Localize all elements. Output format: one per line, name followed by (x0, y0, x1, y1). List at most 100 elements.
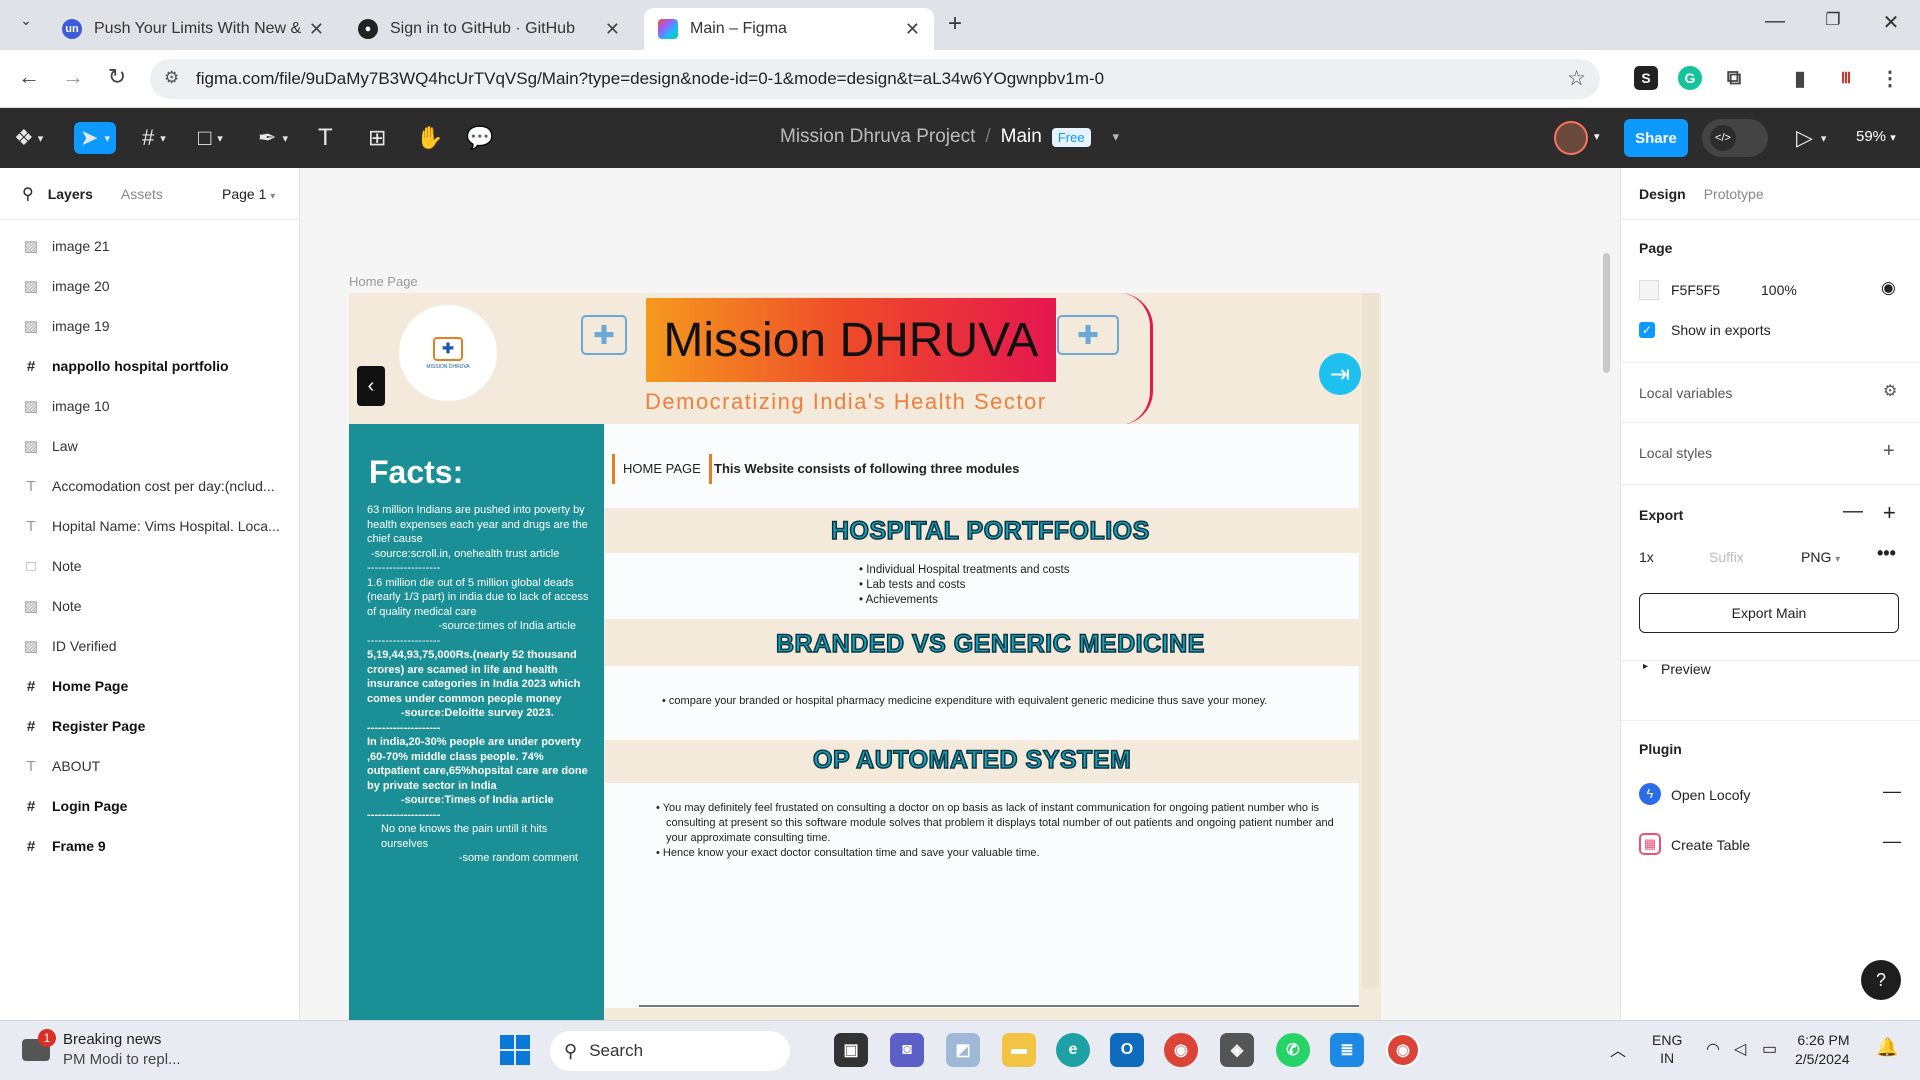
new-tab-icon[interactable]: + (948, 10, 962, 38)
layer-item[interactable]: # Frame 9 (0, 826, 299, 866)
layer-item[interactable]: # Register Page (0, 706, 299, 746)
close-tab-icon[interactable]: ✕ (309, 19, 324, 40)
caret-right-icon[interactable]: ▸ (1643, 661, 1648, 672)
shape-tool-icon[interactable]: □ ▾ (198, 122, 223, 154)
page-color-swatch[interactable] (1639, 280, 1659, 300)
chrome-profile-icon[interactable]: ◉ (1386, 1033, 1420, 1067)
notepad-icon[interactable]: ≣ (1330, 1033, 1364, 1067)
chrome-icon[interactable]: ◉ (1164, 1033, 1198, 1067)
site-info-icon[interactable]: ⚙ (164, 68, 179, 88)
language-indicator[interactable]: ENG IN (1652, 1031, 1682, 1067)
frame-tool-icon[interactable]: # ▾ (142, 122, 166, 154)
layer-item[interactable]: T Accomodation cost per day:(nclud... (0, 466, 299, 506)
close-tab-icon[interactable]: ✕ (605, 19, 620, 40)
back-arrow-icon[interactable]: ‹ (357, 366, 385, 406)
help-icon[interactable]: ? (1861, 960, 1901, 1000)
export-button[interactable]: Export Main (1639, 593, 1899, 633)
grammarly-icon[interactable]: G (1678, 66, 1702, 90)
tab-github[interactable]: ● Sign in to GitHub · GitHub ✕ (344, 8, 634, 50)
forward-icon[interactable]: → (58, 64, 88, 90)
security-icon[interactable]: ◈ (1220, 1033, 1254, 1067)
file-menu-chevron-icon[interactable]: ▾ (1113, 129, 1120, 145)
tab-layers[interactable]: Layers (48, 186, 93, 202)
teams-icon[interactable]: ◙ (890, 1033, 924, 1067)
layer-item[interactable]: # Home Page (0, 666, 299, 706)
plugin-open-locofy[interactable]: Open Locofy (1671, 787, 1750, 803)
page-opacity-value[interactable]: 100% (1761, 282, 1797, 298)
move-tool-icon[interactable]: ➤ ▾ (74, 122, 116, 154)
wifi-icon[interactable]: ◠ (1706, 1039, 1720, 1059)
checkbox-checked-icon[interactable]: ✓ (1639, 322, 1655, 338)
figma-main-menu-icon[interactable]: ❖ ▾ (14, 122, 43, 154)
back-icon[interactable]: ← (14, 64, 44, 90)
share-button[interactable]: Share (1624, 119, 1688, 157)
tab-unacademy[interactable]: un Push Your Limits With New & U ✕ (48, 8, 338, 50)
extensions-puzzle-icon[interactable]: ⧉ (1722, 66, 1746, 90)
file-explorer-icon[interactable]: ▬ (1002, 1033, 1036, 1067)
search-icon[interactable]: ⚲ (22, 184, 34, 204)
minimize-icon[interactable]: — (1760, 10, 1790, 33)
plan-badge[interactable]: Free (1051, 127, 1091, 147)
variables-settings-icon[interactable]: ⚙ (1883, 381, 1897, 401)
dev-mode-toggle[interactable]: </> (1702, 119, 1768, 157)
remove-plugin-icon[interactable]: — (1883, 831, 1901, 852)
page-selector[interactable]: Page 1 ▾ (222, 186, 275, 202)
export-suffix-input[interactable]: Suffix (1709, 549, 1744, 565)
show-hidden-icons-chevron[interactable]: ︿ (1610, 1037, 1626, 1061)
profile-icon[interactable]: Ⅲ (1834, 66, 1858, 90)
layer-item[interactable]: ▨ image 19 (0, 306, 299, 346)
export-format-select[interactable]: PNG ▾ (1801, 549, 1840, 565)
add-style-icon[interactable]: + (1883, 440, 1895, 463)
logout-icon[interactable]: ⇥ (1319, 353, 1361, 395)
tab-assets[interactable]: Assets (121, 186, 163, 202)
export-scale[interactable]: 1x (1639, 549, 1654, 565)
layer-item[interactable]: ▨ Note (0, 586, 299, 626)
layer-item[interactable]: T Hopital Name: Vims Hospital. Loca... (0, 506, 299, 546)
app-icon[interactable]: ◩ (946, 1033, 980, 1067)
whatsapp-icon[interactable]: ✆ (1276, 1033, 1310, 1067)
layer-item[interactable]: ▨ image 10 (0, 386, 299, 426)
hand-tool-icon[interactable]: ✋ (416, 122, 443, 154)
add-export-icon[interactable]: + (1883, 500, 1896, 526)
news-title[interactable]: Breaking news (63, 1031, 161, 1048)
zoom-level[interactable]: 59% ▾ (1856, 128, 1896, 145)
avatar[interactable] (1554, 121, 1588, 155)
text-tool-icon[interactable]: T (318, 122, 333, 154)
layer-item[interactable]: ▨ image 21 (0, 226, 299, 266)
tab-design[interactable]: Design (1639, 186, 1686, 202)
clock[interactable]: 6:26 PM 2/5/2024 (1795, 1031, 1850, 1069)
local-styles-label[interactable]: Local styles (1639, 445, 1712, 461)
close-window-icon[interactable]: ✕ (1876, 10, 1906, 35)
layer-item[interactable]: T ABOUT (0, 746, 299, 786)
eye-icon[interactable]: ◉ (1881, 278, 1896, 298)
edge-icon[interactable]: e (1056, 1033, 1090, 1067)
side-panel-icon[interactable]: ▮ (1788, 66, 1812, 90)
remove-export-icon[interactable]: — (1843, 500, 1863, 523)
project-name[interactable]: Mission Dhruva Project (780, 126, 975, 148)
battery-icon[interactable]: ▭ (1762, 1039, 1777, 1059)
more-options-icon[interactable]: ••• (1877, 543, 1896, 564)
layer-item[interactable]: # nappollo hospital portfolio (0, 346, 299, 386)
preview-toggle[interactable]: Preview (1661, 661, 1711, 677)
home-page-frame[interactable]: ✚ MISSION DHRUVA ‹ ✚ Mission DHRUVA ✚ De… (349, 293, 1381, 1020)
present-play-icon[interactable]: ▷ ▾ (1796, 122, 1826, 154)
remove-plugin-icon[interactable]: — (1883, 781, 1901, 802)
layer-item[interactable]: ▨ image 20 (0, 266, 299, 306)
layer-item[interactable]: ▨ Law (0, 426, 299, 466)
volume-icon[interactable]: ◁ (1734, 1039, 1746, 1059)
task-view-icon[interactable]: ▣ (834, 1033, 868, 1067)
file-name[interactable]: Main (1001, 126, 1042, 148)
news-subtitle[interactable]: PM Modi to repl... (63, 1051, 181, 1068)
page-color-value[interactable]: F5F5F5 (1671, 282, 1720, 298)
taskbar-search-input[interactable]: ⚲ Search (550, 1031, 790, 1071)
url-input[interactable]: ⚙ figma.com/file/9uDaMy7B3WQ4hcUrTVqVSg/… (150, 59, 1600, 99)
tab-figma[interactable]: Main – Figma ✕ (644, 8, 934, 50)
avatar-chevron-icon[interactable]: ▾ (1594, 130, 1600, 143)
layer-item[interactable]: ▨ ID Verified (0, 626, 299, 666)
notification-bell-icon[interactable]: 🔔 (1876, 1037, 1898, 1058)
plugin-create-table[interactable]: Create Table (1671, 837, 1750, 853)
pen-tool-icon[interactable]: ✒ ▾ (258, 122, 288, 154)
resources-tool-icon[interactable]: ⊞ (368, 122, 386, 154)
local-variables-label[interactable]: Local variables (1639, 385, 1732, 401)
comment-tool-icon[interactable]: 💬 (466, 122, 493, 154)
